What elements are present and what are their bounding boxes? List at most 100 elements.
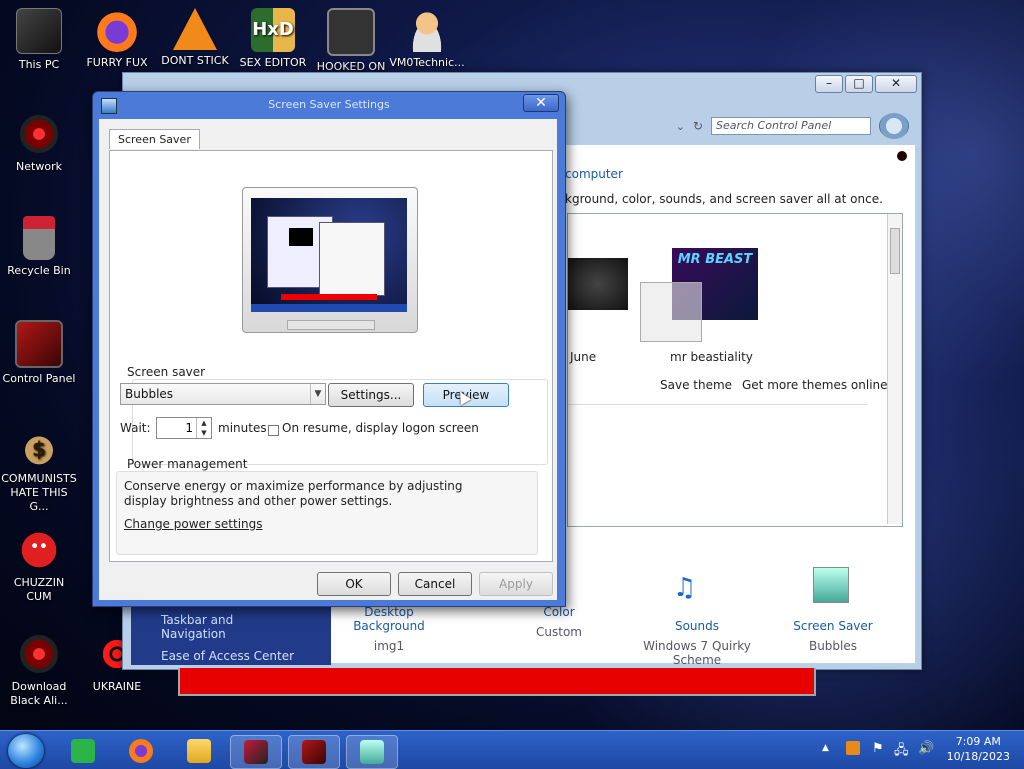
wait-value: 1 <box>185 421 193 435</box>
doctor-avatar-icon <box>405 8 449 52</box>
display-icon <box>244 740 268 764</box>
close-button[interactable]: ✕ <box>523 94 559 112</box>
control-panel-icon <box>302 740 326 764</box>
desktop-icon-network[interactable]: Network <box>0 112 78 174</box>
minimize-button[interactable]: – <box>815 75 843 93</box>
taskbar-app-display[interactable] <box>230 735 282 769</box>
dialog-body: Screen Saver Screen saver Bubbles ▼ Sett… <box>99 119 557 600</box>
desktop-icon-furry-fux[interactable]: FURRY FUX <box>78 8 156 70</box>
theme-thumb-june[interactable] <box>568 258 628 310</box>
control-panel-icon <box>15 320 63 368</box>
chevron-down-icon[interactable]: ⌄ <box>676 120 685 133</box>
desktop-icon-label: FURRY FUX <box>86 56 148 69</box>
clock[interactable]: 7:09 AM 10/18/2023 <box>947 734 1010 764</box>
settings-button[interactable]: Settings... <box>328 383 414 407</box>
clock-time: 7:09 AM <box>955 735 1001 748</box>
scrollbar[interactable] <box>887 214 902 524</box>
desktop-icon-dont-stick[interactable]: DONT STICK <box>156 8 234 68</box>
item-title: Desktop Background <box>353 605 425 633</box>
ok-button[interactable]: OK <box>317 572 391 596</box>
screen-saver-item[interactable]: Screen Saver Bubbles <box>773 567 893 653</box>
resume-label: On resume, display logon screen <box>282 421 479 435</box>
more-themes-link[interactable]: Get more themes online <box>742 378 888 392</box>
preview-screen <box>251 198 407 312</box>
stepper-arrows-icon[interactable]: ▲ ▼ <box>196 418 211 438</box>
desktop-icon-label: UKRAINE <box>92 680 142 693</box>
nav-taskbar[interactable]: Taskbar and Navigation <box>131 609 331 645</box>
item-title: Screen Saver <box>793 619 873 633</box>
recycle-bin-icon <box>23 216 55 260</box>
wait-minutes-stepper[interactable]: 1 ▲ ▼ <box>156 417 212 439</box>
item-value: Bubbles <box>808 639 858 653</box>
scroll-thumb[interactable] <box>890 228 900 274</box>
tab-pane: Screen saver Bubbles ▼ Settings... Previ… <box>109 150 553 562</box>
this-pc-icon <box>16 8 62 54</box>
heading-link: computer <box>565 167 623 181</box>
screen-saver-select[interactable]: Bubbles ▼ <box>120 383 326 405</box>
theme-label-june: June <box>570 350 597 364</box>
network-icon[interactable]: 🖧 <box>894 741 909 763</box>
show-hidden-icons-icon[interactable]: ▲ <box>822 743 829 753</box>
desktop-icon-control-panel[interactable]: Control Panel <box>0 320 78 386</box>
desktop-icon-download-black[interactable]: Download Black Ali... <box>0 632 78 708</box>
power-description: Conserve energy or maximize performance … <box>124 479 463 508</box>
maximize-button[interactable]: □ <box>845 75 873 93</box>
item-title: Color <box>543 605 575 619</box>
preview-taskbar <box>251 304 407 312</box>
search-input[interactable]: Search Control Panel <box>711 117 871 135</box>
desktop-icon-sex-editor[interactable]: HxD SEX EDITOR <box>234 8 312 70</box>
taskbar-app-screen-saver[interactable] <box>346 735 398 769</box>
preview-monitor <box>242 187 418 333</box>
desktop-background-item[interactable]: Desktop Background img1 <box>329 605 449 653</box>
music-notes-icon: ♫ <box>673 573 697 603</box>
desktop-icon-vm0technic[interactable]: VM0Technic... <box>388 8 466 70</box>
money-bag-icon: $ <box>17 424 61 468</box>
save-theme-link[interactable]: Save theme <box>660 378 732 392</box>
volume-icon[interactable]: 🔊 <box>918 741 934 756</box>
taskbar-app-explorer[interactable] <box>174 735 224 767</box>
desktop-icon-label: Control Panel <box>2 372 76 385</box>
screen-saver-dialog: Screen Saver Settings ✕ Screen Saver Scr… <box>92 91 566 607</box>
resume-logon-checkbox[interactable] <box>268 425 279 436</box>
tab-screen-saver[interactable]: Screen Saver <box>109 129 200 149</box>
help-icon[interactable] <box>897 151 907 161</box>
cancel-button[interactable]: Cancel <box>398 572 472 596</box>
desktop-icon-label: This PC <box>18 58 60 71</box>
desktop-icon-recycle-bin[interactable]: Recycle Bin <box>0 216 78 278</box>
refresh-icon[interactable]: ↻ <box>693 119 703 133</box>
flag-icon[interactable]: ⚑ <box>872 741 884 756</box>
network-icon <box>17 112 61 156</box>
item-value: img1 <box>373 639 405 653</box>
screen-saver-group-label: Screen saver <box>124 365 209 379</box>
desktop-icon-chuzzin[interactable]: CHUZZIN CUM <box>0 528 78 604</box>
alien-icon <box>17 632 61 676</box>
desktop-icon-label: Recycle Bin <box>7 264 71 277</box>
folder-icon <box>187 739 211 763</box>
firefox-icon <box>95 8 139 52</box>
desktop-icon-label: DONT STICK <box>161 54 229 67</box>
preview-black-box <box>289 228 313 246</box>
apply-button[interactable]: Apply <box>479 572 553 596</box>
taskbar-app-notes[interactable] <box>58 735 108 767</box>
desktop-icon-this-pc[interactable]: This PC <box>0 8 78 72</box>
desktop-icon-label: VM0Technic... <box>389 56 465 69</box>
desktop-icon-hooked-on[interactable]: HOOKED ON <box>312 8 390 74</box>
globe-icon[interactable] <box>879 113 909 139</box>
color-item[interactable]: Color Custom <box>499 605 619 639</box>
change-power-settings-link[interactable]: Change power settings <box>124 517 263 531</box>
taskbar-app-firefox[interactable] <box>116 735 166 767</box>
monitor-stand <box>287 320 375 330</box>
subheading: kground, color, sounds, and screen saver… <box>565 192 883 206</box>
nav-ease-of-access[interactable]: Ease of Access Center <box>131 645 331 667</box>
taskbar-app-control-panel[interactable] <box>288 735 340 769</box>
update-icon[interactable] <box>846 741 860 755</box>
close-button[interactable]: ✕ <box>875 75 917 93</box>
dialog-title: Screen Saver Settings <box>268 98 390 111</box>
desktop-icon-communists[interactable]: $ COMMUNISTS HATE THIS G... <box>0 424 78 514</box>
selected-value: Bubbles <box>125 387 174 401</box>
desktop-icon-label: Download Black Ali... <box>10 680 68 707</box>
start-button[interactable] <box>8 734 44 768</box>
sounds-item[interactable]: ♫ Sounds Windows 7 Quirky Scheme <box>637 573 757 667</box>
clock-date: 10/18/2023 <box>946 750 1010 763</box>
item-value: Windows 7 Quirky Scheme <box>643 639 751 667</box>
